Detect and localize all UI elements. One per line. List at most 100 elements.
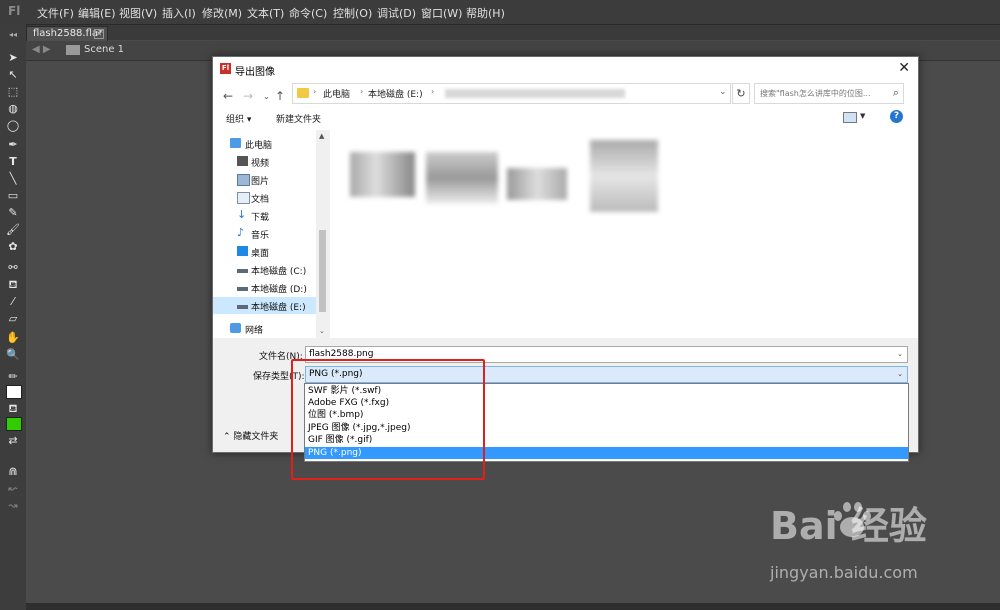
highlight-annotation-box	[291, 359, 485, 480]
eraser-icon[interactable]: ▱	[6, 312, 20, 326]
refresh-icon[interactable]: ↻	[732, 83, 750, 104]
file-thumbnail[interactable]	[590, 140, 658, 212]
stroke-color-icon[interactable]: ✏	[6, 370, 20, 384]
menu-file[interactable]: 文件(F)	[37, 5, 74, 21]
nav-desktop[interactable]: 桌面	[213, 243, 316, 260]
rectangle-tool-icon[interactable]: ▭	[6, 189, 20, 203]
nav-drive-c[interactable]: 本地磁盘 (C:)	[213, 261, 316, 278]
back-arrow-icon[interactable]: ◀ ▶	[32, 44, 51, 55]
file-thumbnail[interactable]	[426, 152, 498, 204]
file-thumbnail[interactable]	[507, 168, 567, 200]
menu-edit[interactable]: 编辑(E)	[78, 5, 116, 21]
snap-magnet-icon[interactable]: ⋒	[6, 465, 20, 479]
forward-icon[interactable]: →	[243, 89, 253, 103]
subselection-tool-icon[interactable]: ↖	[6, 68, 20, 82]
drive-icon	[237, 305, 248, 309]
scroll-up-icon[interactable]: ▲	[319, 132, 324, 140]
menu-help[interactable]: 帮助(H)	[466, 5, 505, 21]
nav-this-pc[interactable]: 此电脑	[213, 135, 316, 152]
brush-icon[interactable]: 🖌	[6, 223, 20, 237]
nav-videos[interactable]: 视频	[213, 153, 316, 170]
search-icon[interactable]: ⌕	[893, 86, 899, 100]
line-tool-icon[interactable]: ╲	[6, 172, 20, 186]
search-placeholder: 搜索"flash怎么讲库中的位图...	[760, 89, 871, 98]
music-icon: ♪	[237, 226, 245, 239]
address-bar[interactable]: › 此电脑 › 本地磁盘 (E:) › ⌄	[292, 83, 731, 104]
network-icon	[230, 323, 241, 333]
command-bar: 组织 ▾ 新建文件夹 ▼ ?	[213, 105, 918, 130]
up-icon[interactable]: ↑	[275, 89, 285, 103]
baidu-paw-icon	[834, 502, 871, 537]
desktop-icon	[237, 246, 248, 256]
nav-pictures[interactable]: 图片	[213, 171, 316, 188]
horizontal-scrollbar[interactable]	[26, 603, 1000, 610]
download-icon: ↓	[237, 208, 247, 221]
menu-modify[interactable]: 修改(M)	[202, 5, 242, 21]
text-tool-icon[interactable]: T	[6, 155, 20, 169]
menu-commands[interactable]: 命令(C)	[289, 5, 327, 21]
recent-dropdown-icon[interactable]: ⌄	[263, 92, 270, 101]
close-icon[interactable]: ✕	[898, 60, 910, 76]
stroke-color-swatch[interactable]	[6, 385, 22, 399]
panel-collapse-icon[interactable]: ◂◂	[6, 28, 20, 42]
menu-debug[interactable]: 调试(D)	[377, 5, 416, 21]
paint-bucket-icon[interactable]: ⛾	[6, 278, 20, 292]
menu-text[interactable]: 文本(T)	[247, 5, 284, 21]
bone-tool-icon[interactable]: ⚯	[6, 261, 20, 275]
document-tab-bar	[0, 25, 1000, 40]
swap-colors-icon[interactable]: ⇄	[6, 434, 20, 448]
breadcrumb-drive-e[interactable]: 本地磁盘 (E:)	[368, 87, 423, 100]
nav-drive-d[interactable]: 本地磁盘 (D:)	[213, 279, 316, 296]
scene-label: Scene 1	[84, 44, 125, 55]
free-transform-icon[interactable]: ⬚	[6, 85, 20, 99]
video-icon	[237, 156, 248, 166]
deco-tool-icon[interactable]: ✿	[6, 240, 20, 254]
nav-network[interactable]: 网络	[213, 320, 316, 337]
chevron-down-icon[interactable]: ⌄	[897, 350, 903, 358]
straighten-icon[interactable]: ↝	[6, 499, 20, 513]
nav-downloads[interactable]: ↓ 下载	[213, 207, 316, 224]
organize-button[interactable]: 组织 ▾	[226, 112, 251, 125]
pen-tool-icon[interactable]: ✒	[6, 138, 20, 152]
fill-color-icon[interactable]: ⛾	[6, 402, 20, 416]
hide-folders-toggle[interactable]: ⌃ 隐藏文件夹	[223, 429, 278, 442]
new-folder-button[interactable]: 新建文件夹	[276, 112, 321, 125]
scroll-thumb[interactable]	[319, 230, 326, 312]
chevron-down-icon[interactable]: ⌄	[897, 370, 903, 378]
hand-tool-icon[interactable]: ✋	[6, 331, 20, 345]
flash-logo-icon: Fl	[8, 4, 21, 18]
view-dropdown-icon[interactable]: ▼	[860, 112, 865, 120]
eyedropper-icon[interactable]: ⁄	[6, 295, 20, 309]
watermark-url: jingyan.baidu.com	[770, 563, 918, 582]
flash-file-icon: Fl	[220, 63, 231, 74]
address-dropdown-icon[interactable]: ⌄	[719, 87, 727, 97]
scroll-down-icon[interactable]: ⌄	[319, 327, 325, 335]
nav-documents[interactable]: 文档	[213, 189, 316, 206]
pencil-icon[interactable]: ✎	[6, 206, 20, 220]
search-input[interactable]: 搜索"flash怎么讲库中的位图... ⌕	[754, 83, 904, 104]
help-icon[interactable]: ?	[890, 110, 903, 123]
close-tab-icon[interactable]: ✕	[94, 29, 104, 39]
nav-music[interactable]: ♪ 音乐	[213, 225, 316, 242]
menu-view[interactable]: 视图(V)	[119, 5, 157, 21]
tools-panel: ◂◂ ➤ ↖ ⬚ ◍ ◯ ✒ T ╲ ▭ ✎ 🖌 ✿ ⚯ ⛾ ⁄ ▱ ✋ 🔍 ✏…	[0, 24, 27, 610]
document-tab[interactable]: flash2588.fla* ✕	[26, 26, 108, 41]
menu-control[interactable]: 控制(O)	[333, 5, 372, 21]
menu-window[interactable]: 窗口(W)	[421, 5, 462, 21]
menu-insert[interactable]: 插入(I)	[162, 5, 196, 21]
file-thumbnail[interactable]	[350, 152, 415, 197]
selection-tool-icon[interactable]: ➤	[6, 51, 20, 65]
computer-icon	[230, 138, 241, 148]
chevron-up-icon: ⌃	[223, 432, 234, 442]
nav-drive-e[interactable]: 本地磁盘 (E:)	[213, 297, 316, 314]
nav-scrollbar[interactable]: ▲ ⌄	[316, 130, 329, 338]
view-options-icon[interactable]	[843, 112, 857, 123]
zoom-tool-icon[interactable]: 🔍	[6, 348, 20, 362]
3d-rotation-icon[interactable]: ◍	[6, 102, 20, 116]
back-icon[interactable]: ←	[223, 89, 233, 103]
dialog-titlebar: Fl 导出图像 ✕	[213, 57, 918, 81]
smooth-icon[interactable]: ↜	[6, 482, 20, 496]
fill-color-swatch[interactable]	[6, 417, 22, 431]
breadcrumb-this-pc[interactable]: 此电脑	[323, 87, 350, 100]
lasso-icon[interactable]: ◯	[6, 119, 20, 133]
